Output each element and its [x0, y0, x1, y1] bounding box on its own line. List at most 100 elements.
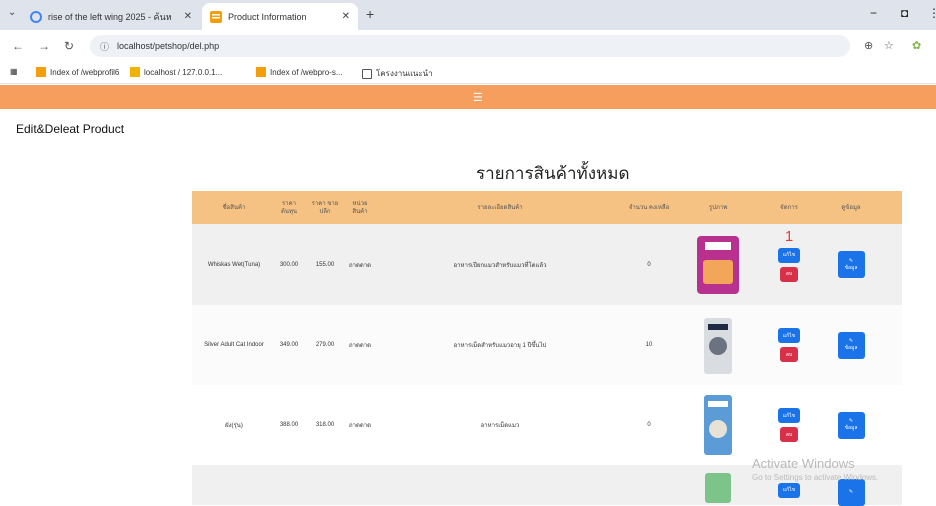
product-list-title: รายการสินค้าทั้งหมด [476, 164, 630, 183]
product-image [685, 467, 751, 503]
google-icon [30, 10, 42, 23]
manage-cell: แก้ไข ลบ [760, 408, 818, 442]
info-cell: ✎ ข้อมูล [826, 411, 876, 439]
view-info-button[interactable]: ✎ ข้อมูล [837, 251, 865, 278]
page-heading: Edit&Deleat Product [16, 122, 125, 136]
windows-activation-watermark: Activate Windows Go to Settings to activ… [752, 456, 878, 482]
bookmark-label: โครงงานแนะนำ [376, 69, 433, 78]
product-image-cell [684, 229, 752, 301]
watermark-subtitle: Go to Settings to activate Windows. [752, 473, 879, 482]
column-header: ดูข้อมูล [841, 204, 861, 211]
sale-price: 318.00 [315, 422, 335, 428]
apps-grid-icon[interactable]: ▦ [10, 67, 18, 76]
stock-qty: 10 [645, 342, 653, 348]
browser-tab-search[interactable]: rise of the left wing 2025 - ค้นห ✕ [22, 3, 200, 30]
product-image-cell [684, 309, 752, 381]
view-info-button[interactable]: ✎ ข้อมูล [837, 331, 865, 359]
manage-buttons: 1 แก้ไข ลบ [760, 228, 818, 282]
food-bag-image [704, 395, 732, 455]
phpmyadmin-icon [130, 67, 140, 77]
product-detail: อาหารเปียกแมวสำหรับแมวที่โตแล้ว [453, 262, 547, 269]
edit-button[interactable]: แก้ไข [778, 482, 800, 498]
product-unit: ถาดดาด [348, 262, 372, 269]
new-tab-button[interactable]: + [366, 6, 374, 22]
edit-button[interactable]: แก้ไข [778, 408, 800, 423]
info-cell: ✎ ข้อมูล [826, 331, 876, 359]
table-header: ชื่อสินค้า ราคา ต้นทุน ราคา ขายปลีก หน่ว… [192, 191, 902, 224]
food-bag-image [704, 318, 732, 374]
tab-title: rise of the left wing 2025 - ค้นห [48, 11, 172, 22]
cost-price: 388.00 [279, 422, 299, 428]
product-name: Silver Adult Cat Indoor [204, 342, 264, 348]
annotation-marker: 1 [784, 227, 794, 245]
folder-page-icon [36, 67, 46, 77]
hamburger-menu-icon[interactable]: ☰ [473, 91, 483, 104]
column-header: รายละเอียดสินค้า [477, 204, 523, 211]
product-image-cell [684, 389, 752, 461]
table-row: Silver Adult Cat Indoor 349.00 279.00 ถา… [192, 305, 902, 385]
back-arrow-icon[interactable]: ← [12, 39, 24, 53]
info-label: ข้อมูล [844, 264, 858, 271]
browser-tab-bar: ⌄ rise of the left wing 2025 - ค้นห ✕ Pr… [0, 0, 936, 30]
food-pouch-image [697, 235, 739, 294]
bookmark-item[interactable]: โครงงานแนะนำ [362, 67, 433, 80]
info-label: ข้อมูล [844, 425, 858, 431]
sale-price: 279.00 [315, 342, 335, 348]
tab-search-menu-icon[interactable]: ⌄ [8, 7, 16, 18]
info-label: ข้อมูล [844, 345, 858, 351]
restore-icon[interactable]: ◘ [901, 6, 908, 20]
bookmark-item[interactable]: Index of /webprofil6 [36, 67, 119, 77]
food-bag-image [705, 473, 731, 503]
site-info-icon[interactable]: ⓘ [100, 40, 109, 53]
bookmark-label: Index of /webprofil6 [50, 67, 120, 77]
stock-qty: 0 [647, 261, 651, 268]
delete-button[interactable]: ลบ [780, 347, 798, 362]
info-icon: ✎ [848, 489, 854, 495]
product-detail: อาหารเม็ดสำหรับแมวอายุ 1 ปีขึ้นไป [453, 343, 547, 349]
cost-price: 349.00 [279, 342, 299, 348]
column-header: รูปภาพ [708, 204, 728, 211]
product-detail: อาหารเม็ดแมว [480, 423, 520, 429]
browser-tab-product[interactable]: Product Information ✕ [202, 3, 358, 30]
column-header: ราคา ต้นทุน [280, 200, 298, 215]
view-info-button[interactable]: ✎ ข้อมูล [837, 411, 865, 439]
bookmark-label: localhost / 127.0.0.1... [144, 67, 223, 77]
info-cell: ✎ ข้อมูล [826, 251, 876, 278]
product-image [685, 229, 751, 301]
table-row: ผัง(รุ่น) 388.00 318.00 ถาดดาด อาหารเม็ด… [192, 385, 902, 465]
column-header: จำนวน คงเหลือ [628, 204, 670, 211]
manage-buttons: แก้ไข ลบ [760, 408, 818, 442]
bookmark-item[interactable]: Index of /webpro-s... [256, 67, 342, 77]
reload-icon[interactable]: ↻ [64, 39, 74, 53]
url-text: localhost/petshop/del.php [117, 41, 220, 51]
zoom-icon[interactable]: ⊕ [864, 39, 873, 52]
minimize-icon[interactable]: − [870, 6, 877, 20]
column-header: จัดการ [780, 204, 798, 211]
product-name: Whiskas Wet(Tuna) [207, 261, 261, 268]
product-unit: ถาดดาด [348, 343, 372, 349]
stock-qty: 0 [647, 422, 651, 428]
bookmark-item[interactable]: localhost / 127.0.0.1... [130, 67, 222, 77]
delete-button[interactable]: ลบ [780, 266, 798, 282]
edit-button[interactable]: แก้ไข [778, 247, 800, 263]
extension-icon[interactable]: ✿ [912, 39, 921, 52]
page-favicon-icon [210, 10, 222, 23]
forward-arrow-icon[interactable]: → [38, 39, 50, 53]
view-info-button[interactable]: ✎ [837, 478, 865, 506]
table-row: Whiskas Wet(Tuna) 300.00 155.00 ถาดดาด อ… [192, 224, 902, 305]
product-image [685, 309, 751, 381]
bookmark-label: Index of /webpro-s... [270, 67, 343, 77]
window-menu-icon[interactable]: ⋮ [928, 6, 936, 20]
cost-price: 300.00 [279, 261, 299, 268]
url-field[interactable]: ⓘ localhost/petshop/del.php [90, 35, 850, 57]
tab-close-icon[interactable]: ✕ [184, 11, 192, 22]
watermark-title: Activate Windows [752, 456, 855, 471]
manage-cell: แก้ไข ลบ [760, 328, 818, 362]
product-name: ผัง(รุ่น) [225, 423, 243, 429]
bookmark-star-icon[interactable]: ☆ [884, 39, 894, 52]
edit-button[interactable]: แก้ไข [778, 328, 800, 343]
delete-button[interactable]: ลบ [780, 427, 798, 442]
column-header: ชื่อสินค้า [222, 204, 246, 211]
sale-price: 155.00 [315, 261, 335, 268]
tab-close-icon[interactable]: ✕ [342, 11, 350, 22]
